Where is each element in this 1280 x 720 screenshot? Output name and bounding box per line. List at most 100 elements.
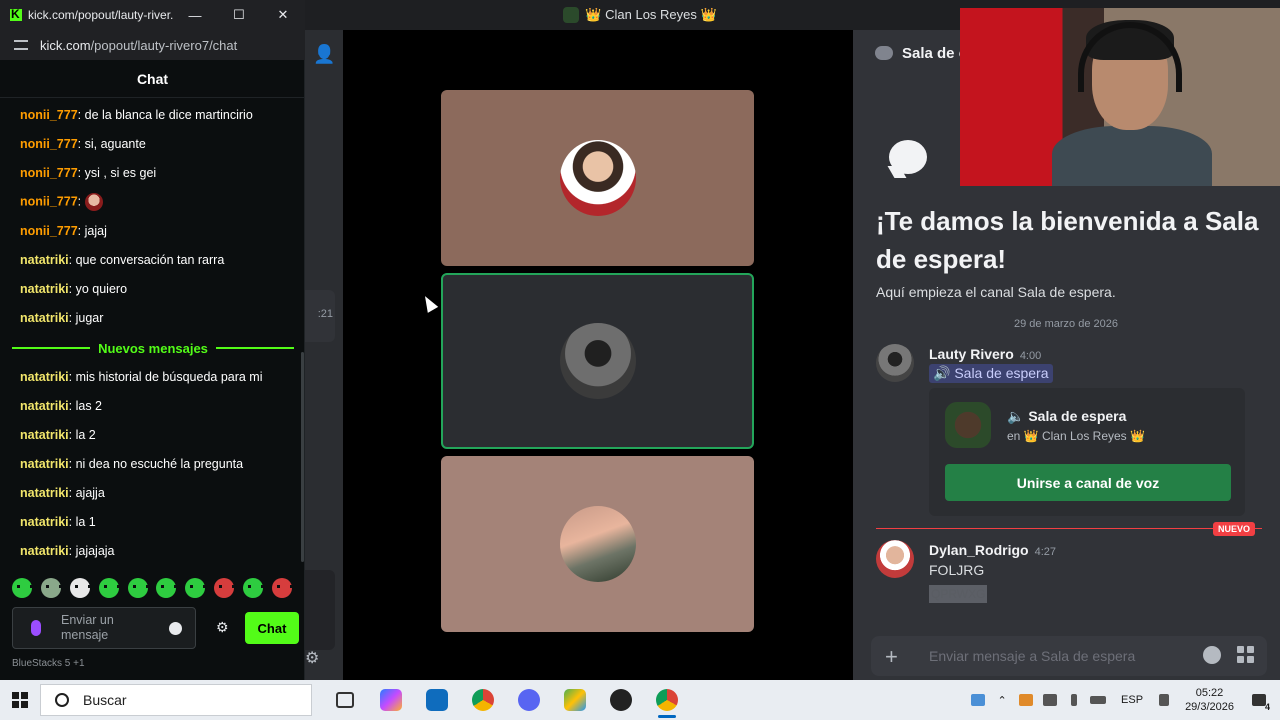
author-name[interactable]: Dylan_Rodrigo: [929, 542, 1029, 558]
notification-count: 4: [1264, 702, 1270, 712]
address-bar[interactable]: kick.com/popout/lauty-rivero7/chat: [0, 30, 305, 60]
server-icon: [945, 402, 991, 448]
add-friend-icon[interactable]: 👤: [313, 44, 335, 65]
site-settings-icon[interactable]: [14, 40, 28, 50]
taskbar-search[interactable]: Buscar: [40, 684, 312, 716]
chat-username[interactable]: natatriki: [20, 253, 69, 267]
search-placeholder: Buscar: [83, 692, 127, 708]
task-view-icon[interactable]: [322, 680, 368, 720]
emote-button[interactable]: [243, 578, 264, 598]
chat-username[interactable]: natatriki: [20, 311, 69, 325]
chat-settings-gear-icon[interactable]: ⚙: [216, 620, 230, 634]
chat-text: jugar: [75, 311, 104, 325]
channel-mention-link[interactable]: 🔊 Sala de espera: [929, 364, 1053, 383]
network-icon[interactable]: [1039, 680, 1061, 720]
close-icon[interactable]: ✕: [261, 7, 305, 23]
clock-time: 05:22: [1195, 687, 1224, 699]
emoji-icon[interactable]: [169, 622, 182, 635]
emote-button[interactable]: [40, 578, 62, 598]
copilot-icon[interactable]: [368, 680, 414, 720]
obs-icon[interactable]: [598, 680, 644, 720]
chat-username[interactable]: natatriki: [20, 486, 69, 500]
maximize-icon[interactable]: ☐: [217, 7, 261, 23]
message-author[interactable]: Lauty Rivero 4:00: [929, 346, 1041, 362]
windows-logo-icon: [12, 692, 28, 708]
chat-username[interactable]: natatriki: [20, 399, 69, 413]
chat-bubble-icon: [875, 46, 893, 60]
emote-image: [84, 193, 103, 211]
emote-button[interactable]: [98, 578, 120, 598]
microphone-icon[interactable]: [1063, 680, 1085, 720]
chat-username[interactable]: natatriki: [20, 457, 69, 471]
chat-username[interactable]: nonii_777: [20, 166, 78, 180]
chat-input[interactable]: Enviar un mensaje: [12, 607, 196, 649]
chat-message-list[interactable]: nonii_777: de la blanca le dice martinci…: [0, 100, 305, 570]
message-composer[interactable]: + Enviar mensaje a Sala de espera: [871, 636, 1267, 676]
message-text: FOLJRG: [929, 562, 985, 578]
language-indicator[interactable]: ESP: [1121, 694, 1143, 706]
spoiler-text[interactable]: QPRWXG: [929, 585, 988, 603]
emote-button[interactable]: [271, 578, 293, 598]
chat-message: nonii_777: de la blanca le dice martinci…: [20, 108, 253, 122]
webcam-person-body: [1052, 126, 1212, 186]
chat-message: natatriki: jajajaja: [20, 544, 115, 558]
pen-icon[interactable]: [967, 680, 989, 720]
chat-username[interactable]: natatriki: [20, 428, 69, 442]
chat-scrollbar[interactable]: [301, 352, 304, 562]
welcome-title: ¡Te damos la bienvenida a Sala de espera…: [876, 206, 1259, 274]
chat-username[interactable]: nonii_777: [20, 194, 78, 208]
tray-app-icon[interactable]: [1015, 680, 1037, 720]
chrome-icon[interactable]: [460, 680, 506, 720]
message-input[interactable]: Enviar mensaje a Sala de espera: [929, 648, 1135, 664]
send-chat-button[interactable]: Chat: [245, 612, 299, 644]
chat-username[interactable]: nonii_777: [20, 137, 78, 151]
outlook-icon[interactable]: [414, 680, 460, 720]
bluestacks-icon[interactable]: [552, 680, 598, 720]
welcome-chat-bubble-icon: [889, 140, 927, 174]
settings-gear-icon[interactable]: ⚙: [305, 648, 319, 668]
minimize-icon[interactable]: —: [173, 8, 217, 23]
emote-button[interactable]: [127, 578, 149, 598]
message-author[interactable]: Dylan_Rodrigo 4:27: [929, 542, 1056, 558]
notification-icon[interactable]: 4: [1248, 680, 1270, 720]
start-button[interactable]: [0, 680, 40, 720]
chat-username[interactable]: nonii_777: [20, 108, 78, 122]
emote-button[interactable]: [214, 578, 236, 598]
chrome-active-icon[interactable]: [644, 680, 690, 720]
discord-channel-sidebar: 👤 :21 ⚙: [305, 30, 343, 680]
voice-participant-tile[interactable]: [441, 90, 754, 266]
chat-username[interactable]: natatriki: [20, 544, 69, 558]
voice-participant-tile[interactable]: [441, 456, 754, 632]
voice-participant-tile-speaking[interactable]: [441, 273, 754, 449]
volume-icon[interactable]: [1153, 680, 1175, 720]
chat-username[interactable]: natatriki: [20, 370, 69, 384]
chat-username[interactable]: natatriki: [20, 515, 69, 529]
kick-window-title: kick.com/popout/lauty-river...: [28, 8, 173, 22]
emote-button[interactable]: [185, 578, 207, 598]
clock[interactable]: 05:22 29/3/2026: [1185, 686, 1234, 714]
discord-icon[interactable]: [506, 680, 552, 720]
url-path: /popout/lauty-rivero7/chat: [90, 37, 238, 53]
quick-emote-bar: [12, 578, 293, 600]
emote-button[interactable]: [12, 578, 33, 598]
chat-message: natatriki: que conversación tan rarra: [20, 253, 225, 267]
date-divider: 29 de marzo de 2026: [1014, 318, 1118, 330]
emoji-icon[interactable]: [1203, 646, 1221, 664]
emote-button[interactable]: [156, 578, 178, 598]
chat-message: nonii_777: si, aguante: [20, 137, 146, 151]
chat-username[interactable]: natatriki: [20, 282, 69, 296]
keyboard-icon[interactable]: [1087, 680, 1109, 720]
avatar[interactable]: [876, 344, 914, 382]
microphone-icon[interactable]: [31, 620, 41, 636]
apps-icon[interactable]: [1237, 646, 1255, 664]
chat-username[interactable]: nonii_777: [20, 224, 78, 238]
author-name[interactable]: Lauty Rivero: [929, 346, 1014, 362]
webcam-overlay: [960, 8, 1280, 186]
emote-button[interactable]: [69, 578, 91, 598]
chevron-up-icon[interactable]: ⌃: [991, 680, 1013, 720]
avatar[interactable]: [876, 540, 914, 578]
chat-input-placeholder[interactable]: Enviar un mensaje: [61, 613, 161, 643]
kick-chat-popout-window: kick.com/popout/lauty-river... — ☐ ✕ kic…: [0, 0, 305, 680]
join-voice-button[interactable]: Unirse a canal de voz: [945, 464, 1231, 501]
plus-icon[interactable]: +: [885, 644, 898, 670]
